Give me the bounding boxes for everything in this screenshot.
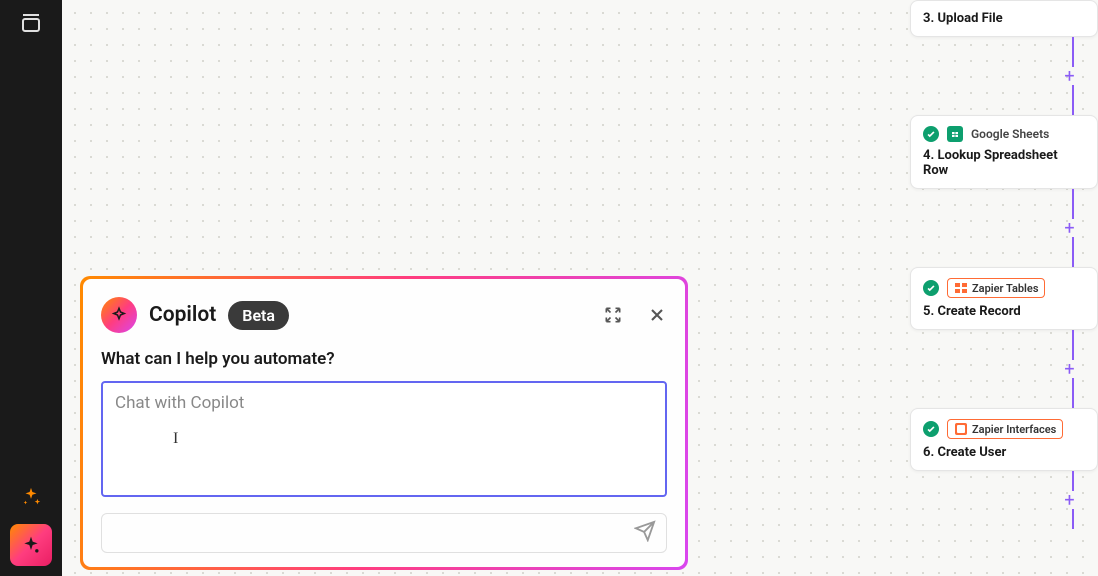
- step-app-row: Zapier Interfaces: [923, 419, 1085, 439]
- add-step-button[interactable]: +: [1061, 491, 1079, 509]
- copilot-launcher-button[interactable]: [10, 524, 52, 566]
- copilot-send-row: [101, 513, 667, 553]
- check-icon: [923, 280, 939, 296]
- copilot-prompt-text: What can I help you automate?: [101, 349, 667, 369]
- copilot-panel-inner: Copilot Beta What: [83, 279, 685, 567]
- send-icon[interactable]: [634, 520, 656, 546]
- left-sidebar: [0, 0, 62, 576]
- app-name: Google Sheets: [971, 127, 1049, 141]
- check-icon: [923, 126, 939, 142]
- connector-line: [1072, 378, 1074, 408]
- step-title: 3. Upload File: [923, 11, 1085, 26]
- copilot-input[interactable]: [101, 381, 667, 497]
- folders-icon[interactable]: [19, 10, 43, 40]
- step-app-row: Zapier Tables: [923, 278, 1085, 298]
- step-title: 6. Create User: [923, 445, 1085, 460]
- step-title: 5. Create Record: [923, 304, 1085, 319]
- beta-badge: Beta: [228, 301, 289, 330]
- copilot-title-group: Copilot Beta: [101, 297, 289, 333]
- zapier-interfaces-badge: Zapier Interfaces: [947, 419, 1063, 439]
- workflow-step-6[interactable]: Zapier Interfaces 6. Create User: [910, 408, 1098, 471]
- connector-line: [1072, 237, 1074, 267]
- google-sheets-icon: [947, 126, 963, 142]
- zapier-interfaces-icon: [954, 422, 968, 436]
- app-name: Zapier Interfaces: [972, 423, 1056, 436]
- workflow-step-4[interactable]: Google Sheets 4. Lookup Spreadsheet Row: [910, 115, 1098, 189]
- connector-line: [1072, 85, 1074, 115]
- copilot-title: Copilot: [149, 303, 216, 327]
- connector-line: [1072, 330, 1074, 360]
- connector-line: [1072, 509, 1074, 529]
- app-name: Zapier Tables: [972, 282, 1038, 295]
- close-icon[interactable]: [647, 305, 667, 325]
- connector-line: [1072, 189, 1074, 219]
- copilot-header: Copilot Beta: [101, 297, 667, 333]
- copilot-panel: Copilot Beta What: [80, 276, 688, 570]
- workflow-steps: 3. Upload File + Google Sheets 4. Lookup…: [908, 0, 1098, 529]
- sparkle-icon: [20, 486, 42, 512]
- copilot-header-actions: [603, 305, 667, 325]
- workflow-step-5[interactable]: Zapier Tables 5. Create Record: [910, 267, 1098, 330]
- zapier-tables-badge: Zapier Tables: [947, 278, 1045, 298]
- step-title: 4. Lookup Spreadsheet Row: [923, 148, 1085, 178]
- copilot-sparkle-icon: [101, 297, 137, 333]
- add-step-button[interactable]: +: [1061, 219, 1079, 237]
- sidebar-bottom-group: [10, 486, 52, 566]
- zapier-tables-icon: [954, 281, 968, 295]
- connector-line: [1072, 37, 1074, 67]
- add-step-button[interactable]: +: [1061, 67, 1079, 85]
- step-app-row: Google Sheets: [923, 126, 1085, 142]
- workflow-step-3[interactable]: 3. Upload File: [910, 0, 1098, 37]
- connector-line: [1072, 471, 1074, 491]
- add-step-button[interactable]: +: [1061, 360, 1079, 378]
- expand-icon[interactable]: [603, 305, 623, 325]
- check-icon: [923, 421, 939, 437]
